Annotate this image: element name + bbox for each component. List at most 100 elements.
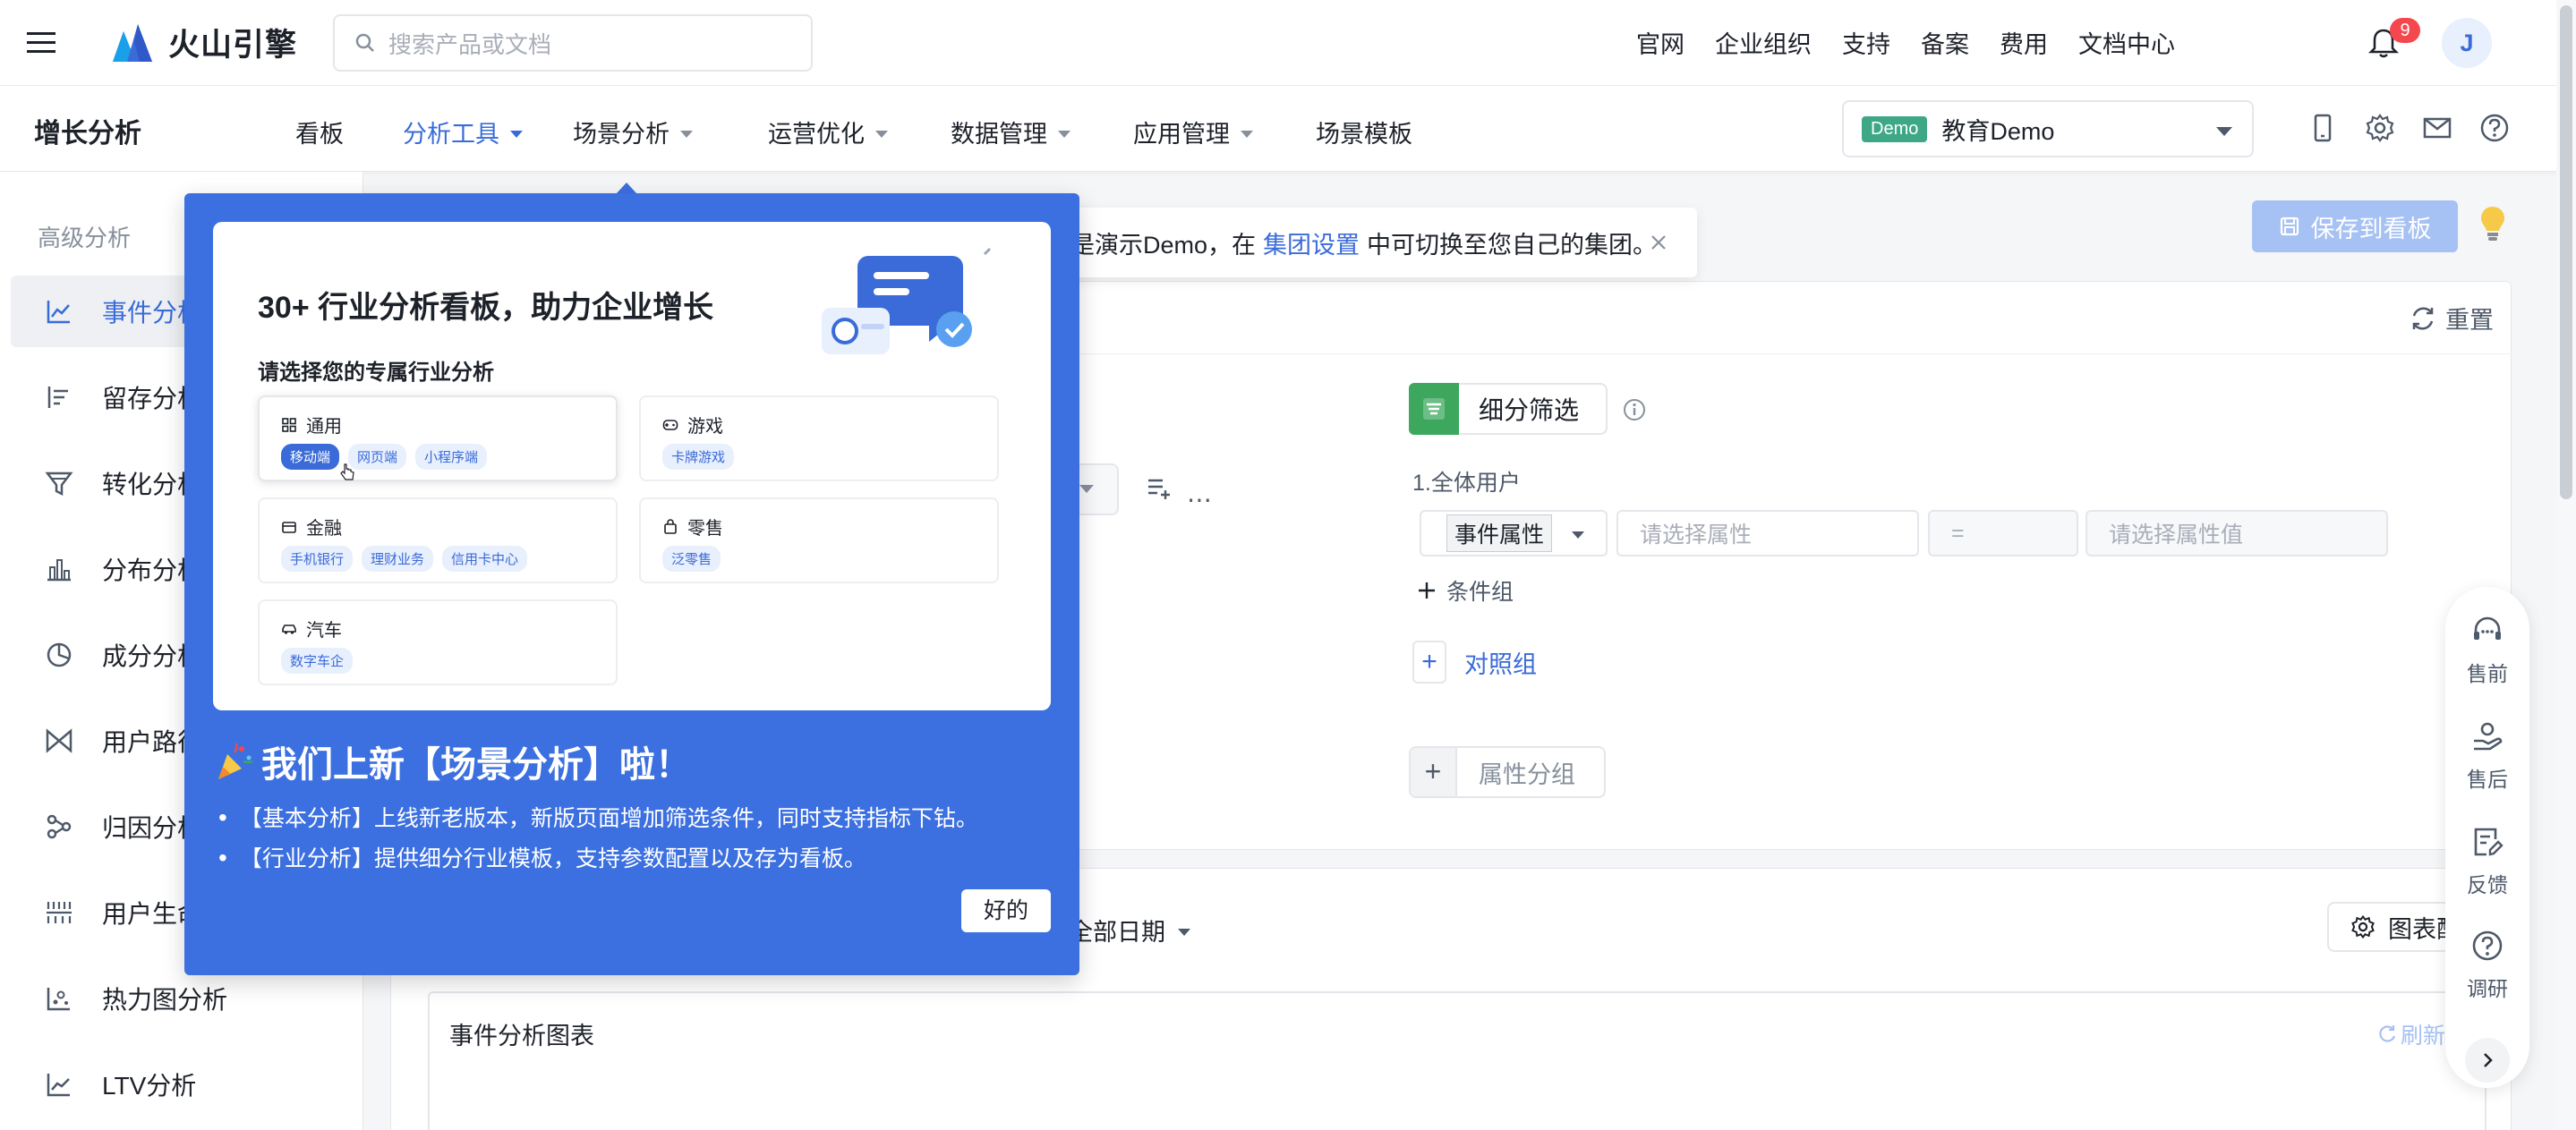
release-note-text: 【基本分析】上线新老版本，新版页面增加筛选条件，同时支持指标下钻。 <box>239 806 978 831</box>
gear-icon[interactable] <box>2365 113 2395 143</box>
industry-card-retail[interactable]: 零售 泛零售 <box>639 497 999 583</box>
industry-card-general[interactable]: 通用 移动端 网页端 小程序端 <box>258 395 618 481</box>
industry-name: 金融 <box>306 519 342 539</box>
segment-filter-button[interactable]: 细分筛选 <box>1409 383 1608 435</box>
menu-dashboard[interactable]: 看板 <box>295 115 344 149</box>
industry-card-automotive[interactable]: 汽车 数字车企 <box>258 599 618 685</box>
nav-docs[interactable]: 文档中心 <box>2078 25 2175 60</box>
industry-card-gaming[interactable]: 游戏 卡牌游戏 <box>639 395 999 481</box>
notification-badge: 9 <box>2390 18 2420 43</box>
property-value-select[interactable]: 请选择属性值 <box>2086 510 2388 557</box>
aftersales-button[interactable]: 售后 <box>2445 719 2529 793</box>
expand-button[interactable] <box>2465 1038 2510 1083</box>
operator-select[interactable]: = <box>1928 510 2078 557</box>
industry-tag[interactable]: 数字车企 <box>281 648 354 674</box>
hamburger-menu-icon[interactable] <box>25 27 57 59</box>
presales-button[interactable]: 售前 <box>2445 614 2529 687</box>
menu-operations[interactable]: 运营优化 <box>768 115 888 149</box>
refresh-icon <box>2412 307 2434 329</box>
close-icon[interactable] <box>1647 231 1670 254</box>
group-settings-link[interactable]: 集团设置 <box>1263 225 1360 260</box>
chevron-down-icon <box>1058 130 1070 138</box>
feedback-button[interactable]: 反馈 <box>2445 825 2529 898</box>
sidebar-item-label: 热力图分析 <box>102 986 228 1014</box>
logo[interactable]: 火山引擎 <box>109 20 297 64</box>
release-note-item: 【基本分析】上线新老版本，新版页面增加筛选条件，同时支持指标下钻。 <box>218 798 1060 838</box>
add-condition-group-button[interactable]: 条件组 <box>1416 574 1514 607</box>
menu-label: 运营优化 <box>768 121 865 148</box>
reset-button[interactable]: 重置 <box>2410 301 2494 336</box>
headset-icon <box>2474 616 2501 640</box>
lifecycle-icon <box>47 902 72 923</box>
lightbulb-icon[interactable] <box>2478 204 2508 243</box>
search-box[interactable]: 搜索产品或文档 <box>333 14 813 72</box>
project-select[interactable]: Demo 教育Demo <box>1842 100 2254 157</box>
date-range-select[interactable]: 全部日期 <box>1069 913 1190 947</box>
survey-button[interactable]: 调研 <box>2445 929 2529 1002</box>
shopping-bag-icon <box>664 518 677 534</box>
ok-button[interactable]: 好的 <box>961 889 1051 932</box>
preview-title: 30+ 行业分析看板，助力企业增长 <box>258 291 714 325</box>
refresh-label: 刷新 <box>2401 1024 2446 1049</box>
refresh-button[interactable]: 刷新 <box>2377 1018 2445 1050</box>
mail-icon[interactable] <box>2422 113 2452 143</box>
property-select[interactable]: 请选择属性 <box>1616 510 1919 557</box>
menu-scene-analysis[interactable]: 场景分析 <box>573 115 693 149</box>
industry-tag[interactable]: 网页端 <box>348 444 407 470</box>
plus-icon <box>1419 582 1435 599</box>
nav-icp-filing[interactable]: 备案 <box>1921 25 1969 60</box>
save-label: 保存到看板 <box>2310 215 2432 242</box>
mobile-icon[interactable] <box>2307 113 2338 143</box>
plus-icon: + <box>1411 748 1457 796</box>
condition-group-label: 条件组 <box>1446 580 1514 605</box>
grid-icon <box>282 417 296 432</box>
sidebar-item-ltv[interactable]: LTV分析 <box>11 1049 363 1120</box>
notice-suffix: 中可切换至您自己的集团。 <box>1367 231 1658 259</box>
industry-tag[interactable]: 小程序端 <box>415 444 488 470</box>
more-icon[interactable]: ⋯ <box>1187 485 1214 514</box>
reset-label: 重置 <box>2445 307 2494 334</box>
help-icon[interactable] <box>2479 113 2510 143</box>
industry-tag[interactable]: 卡牌游戏 <box>662 444 735 470</box>
industry-name: 汽车 <box>306 621 342 641</box>
save-to-dashboard-button[interactable]: 保存到看板 <box>2252 200 2458 252</box>
release-notes: 【基本分析】上线新老版本，新版页面增加筛选条件，同时支持指标下钻。 【行业分析】… <box>218 798 1060 879</box>
nav-organization[interactable]: 企业组织 <box>1715 25 1812 60</box>
nav-billing[interactable]: 费用 <box>2000 25 2048 60</box>
add-comparison-group-button[interactable]: + 对照组 <box>1412 641 1537 684</box>
menu-analysis-tools[interactable]: 分析工具 <box>403 115 523 149</box>
ltv-icon <box>47 1074 70 1097</box>
refresh-icon <box>2379 1025 2396 1042</box>
menu-app-management[interactable]: 应用管理 <box>1133 115 1253 149</box>
menu-scene-templates[interactable]: 场景模板 <box>1316 115 1412 149</box>
industry-tag[interactable]: 泛零售 <box>662 546 721 572</box>
industry-tag[interactable]: 理财业务 <box>362 546 434 572</box>
industry-name: 通用 <box>306 417 342 437</box>
release-title: 我们上新【场景分析】啦！ <box>215 735 691 787</box>
chevron-down-icon <box>1178 928 1190 936</box>
industry-tag[interactable]: 信用卡中心 <box>442 546 528 572</box>
nav-support[interactable]: 支持 <box>1842 25 1890 60</box>
question-icon <box>2472 930 2503 961</box>
service-icon <box>2474 722 2503 751</box>
industry-tag[interactable]: 手机银行 <box>281 546 354 572</box>
scrollbar-thumb[interactable] <box>2560 5 2572 499</box>
nav-official-site[interactable]: 官网 <box>1636 25 1685 60</box>
retention-icon <box>47 387 68 408</box>
product-title: 增长分析 <box>34 119 141 149</box>
add-filter-icon[interactable] <box>1146 474 1173 501</box>
car-icon <box>282 624 296 634</box>
chevron-down-icon <box>1241 130 1253 138</box>
filter-list-icon <box>1409 383 1459 435</box>
search-placeholder: 搜索产品或文档 <box>388 30 552 58</box>
release-title-text: 我们上新【场景分析】啦！ <box>261 745 691 785</box>
menu-data-management[interactable]: 数据管理 <box>951 115 1070 149</box>
property-type-select[interactable]: 事件属性 <box>1420 510 1608 557</box>
avatar[interactable]: J <box>2442 18 2492 68</box>
info-icon[interactable] <box>1622 397 1647 422</box>
add-property-group-button[interactable]: + 属性分组 <box>1409 746 1606 798</box>
industry-name: 零售 <box>687 519 723 539</box>
search-icon <box>355 33 374 52</box>
industry-tag[interactable]: 移动端 <box>281 444 340 470</box>
industry-card-finance[interactable]: 金融 手机银行 理财业务 信用卡中心 <box>258 497 618 583</box>
